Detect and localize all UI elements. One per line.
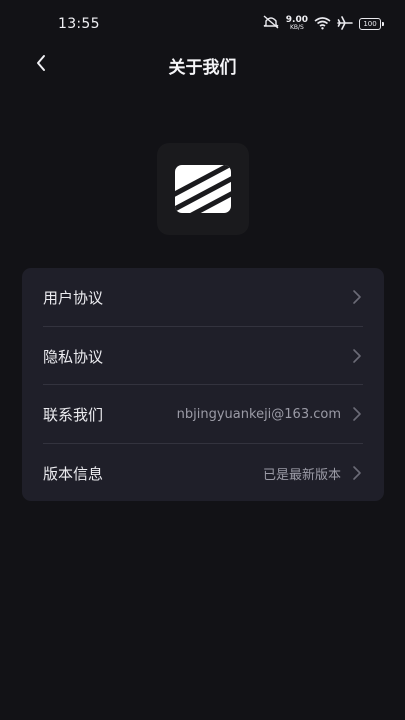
net-speed: 9.00 KB/S [286, 16, 308, 32]
menu-item-contact-us[interactable]: 联系我们 nbjingyuankeji@163.com [43, 385, 363, 443]
menu-item-label: 隐私协议 [43, 347, 104, 366]
battery-level: 100 [363, 20, 377, 28]
menu-item-user-agreement[interactable]: 用户协议 [43, 268, 363, 326]
menu-item-version-info[interactable]: 版本信息 已是最新版本 [43, 444, 363, 501]
menu-card: 用户协议 隐私协议 联系我们 nbjingyuankeji@163.com 版本… [22, 268, 384, 501]
chevron-right-icon [351, 289, 363, 305]
airplane-icon [337, 15, 353, 34]
contact-email: nbjingyuankeji@163.com [176, 406, 341, 422]
status-time: 13:55 [58, 16, 100, 32]
net-speed-value: 9.00 [285, 15, 308, 25]
net-speed-unit: KB/S [289, 24, 304, 31]
chevron-right-icon [351, 348, 363, 364]
mute-icon [262, 14, 280, 34]
chevron-right-icon [351, 465, 363, 481]
menu-item-label: 联系我们 [43, 405, 104, 424]
app-logo [175, 165, 231, 213]
version-status: 已是最新版本 [262, 467, 341, 483]
page-title: 关于我们 [168, 58, 237, 78]
menu-item-label: 版本信息 [43, 464, 104, 483]
menu-item-privacy-agreement[interactable]: 隐私协议 [43, 327, 363, 385]
status-icons: 9.00 KB/S 100 [262, 14, 384, 34]
status-bar: 13:55 9.00 KB/S 100 [0, 0, 405, 48]
header: 关于我们 [0, 44, 405, 84]
wifi-icon [314, 15, 331, 34]
battery-icon: 100 [359, 18, 384, 30]
chevron-right-icon [351, 406, 363, 422]
app-logo-container [157, 143, 249, 235]
menu-item-label: 用户协议 [43, 288, 104, 307]
